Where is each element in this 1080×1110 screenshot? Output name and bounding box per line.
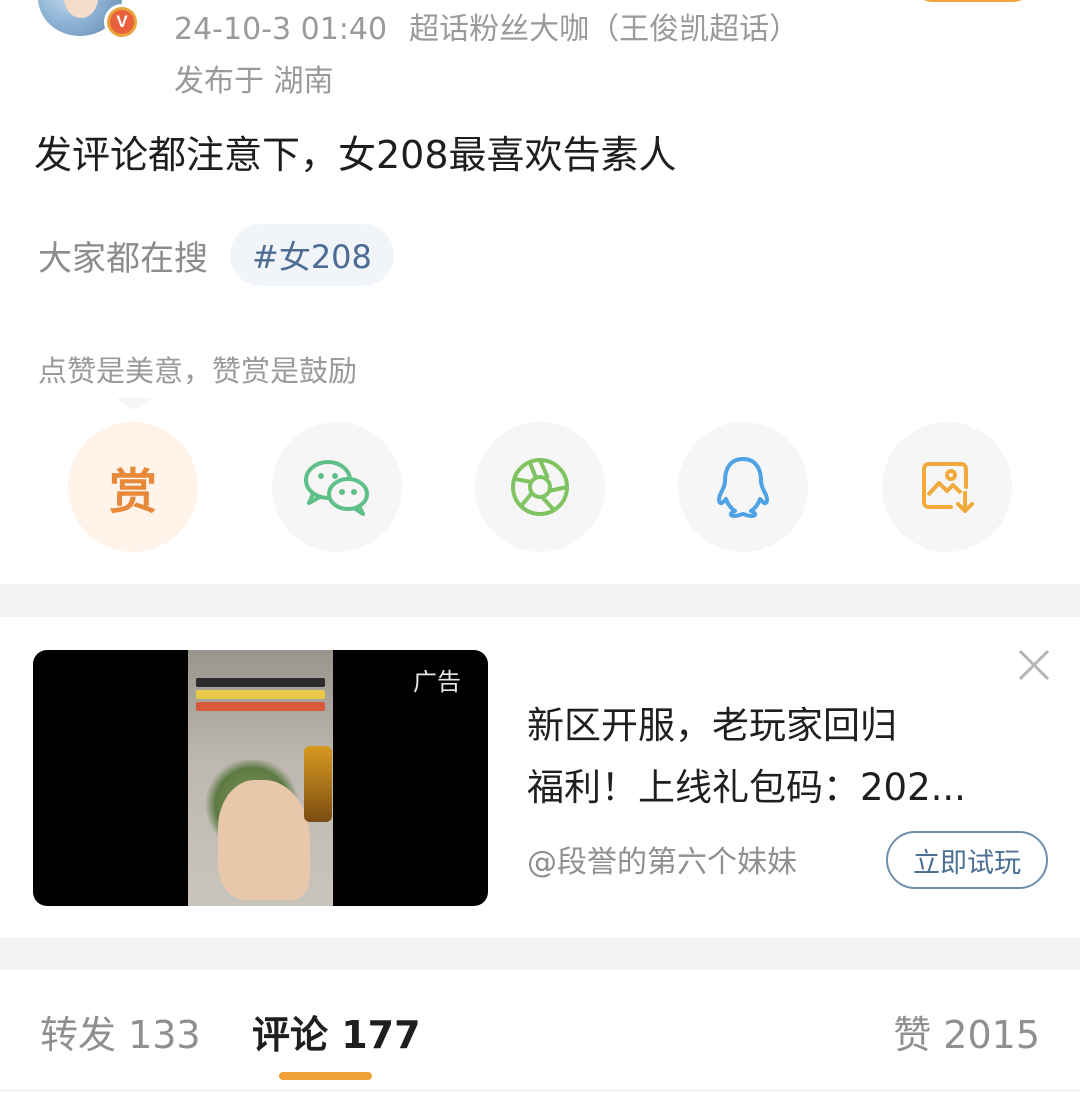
try-now-button[interactable]: 立即试玩 xyxy=(886,831,1048,889)
share-row: 赏 xyxy=(0,422,1080,552)
save-image-button[interactable] xyxy=(882,422,1012,552)
tab-comments[interactable]: 评论 177 xyxy=(252,1004,421,1059)
ad-card[interactable]: 广告 新区开服，老玩家回归 福利！上线礼包码：202... @段誉的第六个妹妹 … xyxy=(0,617,1080,937)
moments-icon xyxy=(511,458,569,516)
verified-badge-icon: V xyxy=(104,4,140,40)
post-content: 发评论都注意下，女208最喜欢告素人 xyxy=(34,133,677,177)
ad-video-hand xyxy=(218,780,310,900)
ad-label: 广告 xyxy=(413,668,461,696)
ad-video-caption-bar xyxy=(196,678,325,687)
ad-title[interactable]: 新区开服，老玩家回归 福利！上线礼包码：202... xyxy=(527,695,1017,819)
save-image-icon xyxy=(922,462,974,513)
active-tab-indicator xyxy=(279,1072,372,1080)
praise-tooltip-arrow xyxy=(116,398,152,410)
share-moments-button[interactable] xyxy=(475,422,605,552)
ad-source[interactable]: @段誉的第六个妹妹 xyxy=(527,837,797,881)
ad-video-thumbnail[interactable]: 广告 xyxy=(33,650,488,906)
praise-note: 点赞是美意，赞赏是鼓励 xyxy=(38,354,358,388)
trending-search-tag[interactable]: #女208 xyxy=(230,224,394,286)
reward-icon: 赏 xyxy=(108,464,157,520)
post-location: 发布于 湖南 xyxy=(174,64,334,99)
section-divider xyxy=(0,584,1080,617)
tab-likes[interactable]: 赞 2015 xyxy=(893,1004,1040,1059)
post-source[interactable]: 超话粉丝大咖（王俊凯超话） xyxy=(409,12,799,47)
trending-search-row: 大家都在搜 #女208 xyxy=(38,222,394,288)
post-timestamp: 24-10-3 01:40 xyxy=(174,12,388,47)
ad-video-jar xyxy=(304,746,332,822)
avatar-face xyxy=(64,0,98,18)
post-meta: 24-10-3 01:40 超话粉丝大咖（王俊凯超话） xyxy=(174,4,799,48)
ad-video-caption-bar xyxy=(196,702,325,711)
wechat-icon xyxy=(304,460,369,516)
tab-bar-divider xyxy=(0,1090,1080,1091)
weibo-post-page: V 24-10-3 01:40 超话粉丝大咖（王俊凯超话） 发布于 湖南 发评论都… xyxy=(0,0,1080,1110)
tab-forward[interactable]: 转发 133 xyxy=(40,1004,201,1059)
reward-button[interactable]: 赏 xyxy=(68,422,198,552)
share-qq-button[interactable] xyxy=(678,422,808,552)
share-wechat-button[interactable] xyxy=(272,422,402,552)
qq-icon xyxy=(716,457,770,518)
section-divider xyxy=(0,938,1080,970)
ad-video-frame xyxy=(188,650,333,906)
ad-title-line: 新区开服，老玩家回归 xyxy=(527,704,897,747)
follow-button[interactable] xyxy=(912,0,1034,2)
ad-title-line: 福利！上线礼包码：202... xyxy=(527,766,966,809)
trending-search-label: 大家都在搜 xyxy=(38,238,208,279)
close-icon[interactable] xyxy=(1016,647,1052,683)
ad-video-caption-bar xyxy=(196,690,325,699)
verified-badge-label: V xyxy=(110,10,134,34)
